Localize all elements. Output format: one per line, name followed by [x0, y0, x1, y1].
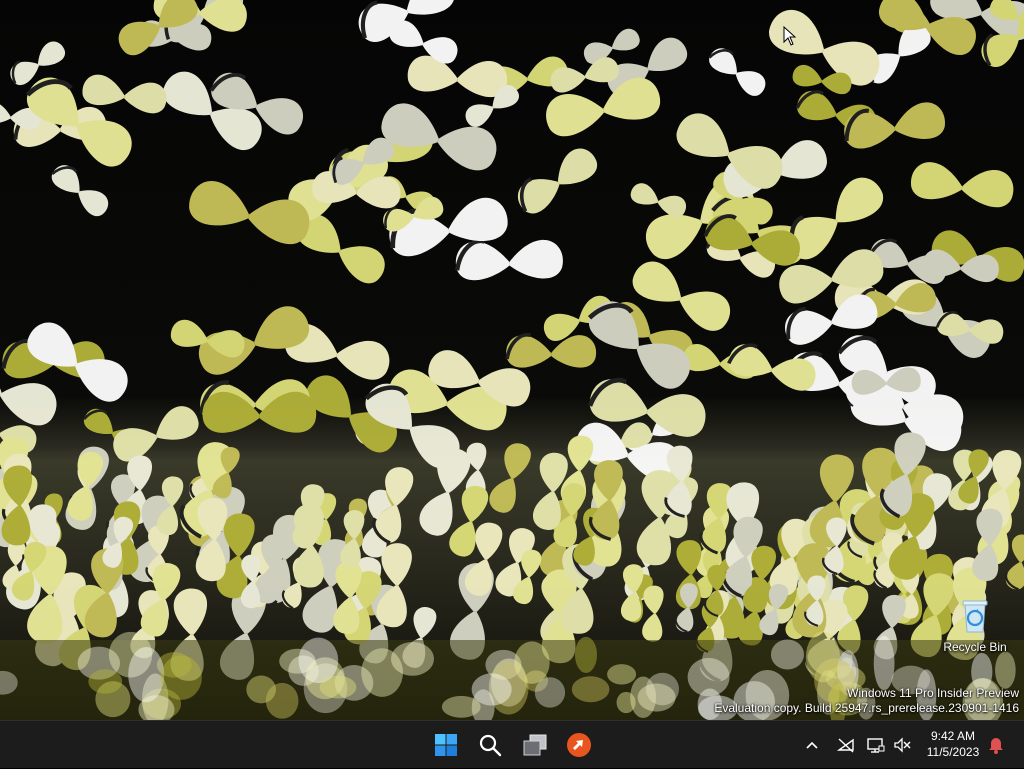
- display-status: [866, 735, 886, 755]
- watermark-line-1: Windows 11 Pro Insider Preview: [847, 686, 1019, 700]
- clock-date: 11/5/2023: [926, 745, 980, 759]
- taskbar: 9:42 AM 11/5/2023: [0, 720, 1024, 768]
- volume-muted-icon: [894, 737, 911, 753]
- task-view-icon: [523, 734, 547, 756]
- volume-status: [892, 735, 912, 755]
- taskbar-clock[interactable]: 9:42 AM 11/5/2023: [918, 728, 988, 760]
- task-view-button[interactable]: [517, 727, 553, 763]
- remote-desktop-button[interactable]: [561, 727, 597, 763]
- start-button[interactable]: [428, 727, 464, 763]
- clock-time: 9:42 AM: [930, 729, 976, 743]
- network-status-button[interactable]: [836, 735, 856, 755]
- network-off-icon: [837, 738, 854, 753]
- quick-settings[interactable]: [866, 721, 912, 769]
- system-tray: [802, 721, 856, 769]
- recycle-bin-shortcut[interactable]: Recycle Bin: [937, 596, 1013, 666]
- windows-start-icon: [435, 734, 457, 756]
- search-button[interactable]: [472, 727, 508, 763]
- notifications-button[interactable]: [984, 727, 1008, 763]
- chevron-up-icon: [806, 741, 818, 749]
- desktop[interactable]: Recycle Bin Windows 11 Pro Insider Previ…: [0, 0, 1024, 720]
- remote-desktop-icon: [567, 733, 591, 757]
- show-hidden-icons-button[interactable]: [802, 735, 822, 755]
- watermark-line-2: Evaluation copy. Build 25947.rs_prerelea…: [714, 701, 1019, 715]
- notification-bell-icon: [989, 738, 1003, 754]
- recycle-bin-label: Recycle Bin: [943, 640, 1007, 654]
- windows-watermark: Windows 11 Pro Insider Preview Evaluatio…: [714, 686, 1019, 716]
- display-icon: [867, 738, 885, 753]
- search-icon: [479, 734, 502, 757]
- recycle-bin-icon: [962, 600, 988, 633]
- mouse-cursor-icon: [783, 26, 797, 46]
- butterflies-wallpaper: [0, 0, 1024, 720]
